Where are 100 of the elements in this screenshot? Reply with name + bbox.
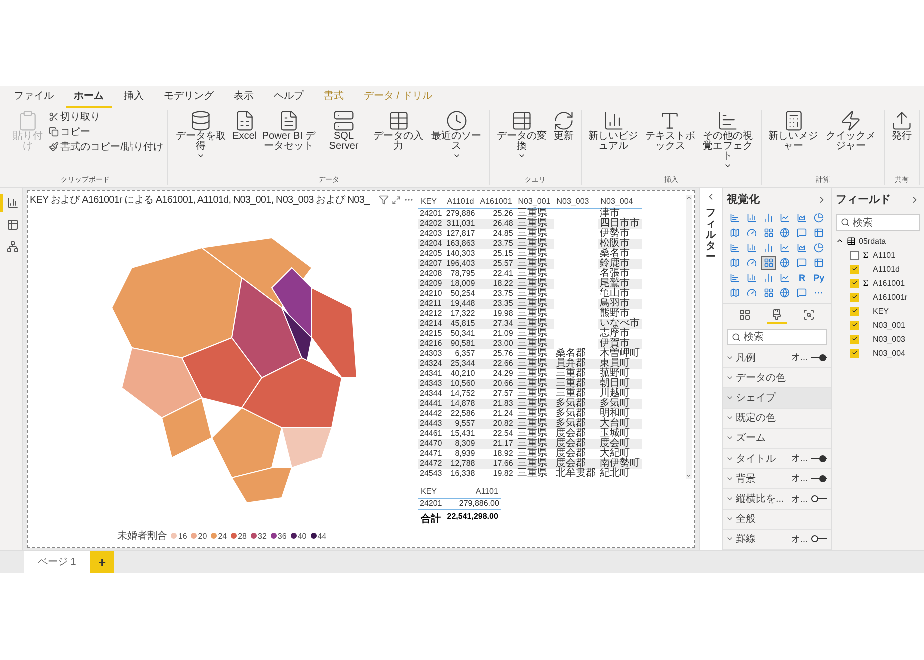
ribbon-button[interactable]: 新しいメジャー	[766, 110, 822, 175]
bar-chart-icon	[764, 243, 774, 253]
focus-mode-icon[interactable]	[392, 196, 401, 204]
grid-icon	[764, 228, 774, 238]
table-cell: 24205	[418, 249, 444, 259]
table-cell: 25,344	[444, 359, 478, 369]
area-chart-icon	[797, 243, 808, 253]
field-item[interactable]: N03_003	[832, 332, 924, 346]
toggle-label: オ...	[791, 532, 808, 546]
field-item[interactable]: A1101	[832, 248, 924, 262]
table-tree-item[interactable]: 05rdata	[832, 234, 924, 248]
filters-pane-label[interactable]: フィルター	[706, 208, 716, 263]
ribbon-button[interactable]: データの変換	[494, 110, 550, 175]
menu-tab[interactable]: ヘルプ	[266, 89, 312, 108]
format-section[interactable]: シェイプ	[723, 388, 831, 409]
grid-icon	[764, 288, 774, 298]
collapse-icon	[836, 237, 844, 245]
scroll-up-icon[interactable]	[686, 195, 692, 201]
field-item[interactable]: KEY	[832, 304, 924, 318]
ribbon-button[interactable]: Excel	[230, 110, 260, 175]
toggle-label: オ...	[791, 492, 808, 506]
ribbon-button[interactable]: 切り取り	[48, 110, 164, 124]
toggle-switch[interactable]	[810, 354, 828, 362]
table-cell: 員弁郡	[554, 359, 598, 369]
table-cell: 311,031	[444, 219, 478, 229]
table-cell: 18.22	[477, 279, 516, 289]
scroll-down-icon[interactable]	[686, 473, 692, 479]
clock-icon	[446, 110, 468, 132]
ribbon-button[interactable]: SQL Server	[319, 110, 369, 175]
field-item[interactable]: A1101d	[832, 262, 924, 276]
search-field[interactable]: 検索	[836, 214, 920, 231]
field-item[interactable]: N03_001	[832, 318, 924, 332]
section-label: 罫線	[736, 533, 757, 546]
checkbox[interactable]	[850, 264, 859, 274]
caret-icon	[724, 162, 732, 170]
ribbon-button[interactable]: 更新	[550, 110, 577, 175]
table-cell: 140,303	[444, 249, 478, 259]
grid-icon	[764, 258, 774, 268]
bar-chart-icon	[764, 273, 774, 283]
menu-tab[interactable]: 表示	[226, 89, 262, 108]
ribbon-button[interactable]: データを取得	[172, 110, 230, 175]
ribbon-button[interactable]: 書式のコピー/貼り付け	[48, 140, 164, 154]
page-tab[interactable]: ページ 1	[24, 551, 90, 573]
model-icon	[6, 241, 18, 253]
checkbox[interactable]	[850, 334, 859, 344]
ribbon-button[interactable]: 最近のソース	[428, 110, 486, 175]
toggle-switch[interactable]	[810, 495, 828, 504]
add-page-button[interactable]: +	[90, 551, 114, 573]
total-cell: 22,541,298.00	[444, 509, 502, 528]
checkbox[interactable]	[850, 320, 859, 330]
table-cell: 尾鷲市	[598, 279, 642, 289]
field-item[interactable]: A161001	[832, 276, 924, 290]
search-field[interactable]: 検索	[727, 329, 827, 345]
ribbon-button[interactable]: Power BI データセット	[260, 110, 318, 175]
visual-type-button[interactable]	[760, 256, 776, 270]
toggle-switch[interactable]	[810, 535, 828, 544]
table-cell: 三重県	[515, 239, 554, 249]
table-cell: 90,581	[444, 339, 478, 349]
table-cell: 25.57	[477, 259, 516, 269]
section-label: シェイプ	[736, 392, 778, 405]
field-item[interactable]: A161001r	[832, 290, 924, 304]
table-cell: 24208	[418, 269, 444, 279]
checkbox[interactable]	[850, 250, 859, 260]
pane-tab[interactable]	[767, 308, 787, 324]
table-cell: 度会町	[598, 439, 642, 449]
ribbon-button[interactable]: コピー	[48, 125, 164, 139]
toggle-switch[interactable]	[810, 454, 828, 463]
table-cell: 19,448	[444, 299, 478, 309]
ribbon-button[interactable]: その他の視覚エフェクト	[699, 110, 758, 175]
refresh-icon	[552, 110, 575, 132]
table-cell: 24303	[418, 349, 444, 359]
table-cell: 伊賀市	[598, 339, 642, 349]
menu-tab[interactable]: モデリング	[156, 89, 222, 108]
checkbox[interactable]	[850, 278, 859, 288]
visual-type-button[interactable]: R	[794, 271, 810, 285]
caret-icon	[518, 152, 526, 160]
legend-label: 32	[258, 532, 267, 540]
ribbon-button[interactable]: データの入力	[370, 110, 428, 175]
map-icon	[730, 288, 740, 298]
ribbon-button[interactable]: 発行	[889, 110, 916, 175]
table-cell: 24201	[418, 499, 444, 509]
table-cell: 大台町	[598, 419, 642, 429]
menu-tab[interactable]: ファイル	[6, 89, 62, 108]
field-item[interactable]: N03_004	[832, 346, 924, 360]
filter-icon[interactable]	[379, 195, 389, 205]
visual-type-button[interactable]: Py	[811, 271, 827, 285]
table-cell: 三重県	[515, 279, 554, 289]
ribbon-button[interactable]: テキストボックス	[642, 110, 698, 175]
visual-type-button[interactable]: ···	[811, 286, 827, 300]
ribbon-button[interactable]: 新しいビジュアル	[586, 110, 642, 175]
table-cell: 24210	[418, 289, 444, 299]
section-label: 縦横比を...	[736, 492, 786, 506]
checkbox[interactable]	[850, 292, 859, 302]
ribbon-button[interactable]: クイックメジャー	[822, 110, 880, 175]
table-cell: 20.82	[477, 419, 516, 429]
scrollbar[interactable]	[686, 195, 692, 479]
checkbox[interactable]	[850, 348, 859, 358]
checkbox[interactable]	[850, 306, 859, 316]
menu-tab[interactable]: 挿入	[116, 89, 152, 108]
toggle-switch[interactable]	[810, 474, 828, 483]
